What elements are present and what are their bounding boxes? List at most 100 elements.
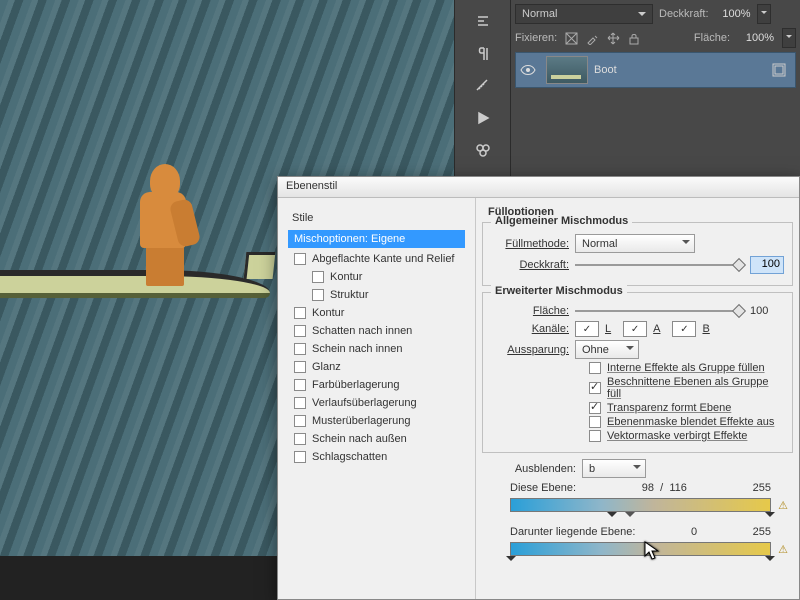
checkbox[interactable] xyxy=(589,430,601,442)
general-blend-title: Allgemeiner Mischmodus xyxy=(491,215,632,227)
checkbox[interactable] xyxy=(589,402,601,414)
under-black-stop[interactable] xyxy=(506,556,516,566)
layer-name[interactable]: Boot xyxy=(594,64,771,76)
fill-spinner[interactable] xyxy=(782,28,796,48)
channel-b-check[interactable] xyxy=(672,321,696,337)
checkbox[interactable] xyxy=(294,253,306,265)
under-layer-sfx: e: xyxy=(626,526,635,538)
channel-a-check[interactable] xyxy=(623,321,647,337)
opacity-value[interactable]: 100% xyxy=(715,8,751,20)
paragraph-icon[interactable] xyxy=(469,40,497,68)
this-white-stop[interactable] xyxy=(765,512,775,522)
checkbox[interactable] xyxy=(294,307,306,319)
sidebar-item-label: Glanz xyxy=(312,361,341,373)
sidebar-item[interactable]: Kontur xyxy=(288,304,465,322)
adv-option-label: Interne Effekte als Gruppe füllen xyxy=(607,362,765,374)
fisherman xyxy=(128,158,198,280)
fill-value[interactable]: 100% xyxy=(738,32,774,44)
measure-icon[interactable] xyxy=(469,72,497,100)
checkbox[interactable] xyxy=(294,451,306,463)
lock-transparency-icon[interactable] xyxy=(565,32,578,45)
adv-option-row[interactable]: Transparenz formt Ebene xyxy=(589,402,784,414)
layer-thumbnail[interactable] xyxy=(546,56,588,84)
sidebar-item-label: Schein nach außen xyxy=(312,433,407,445)
channels-label: Kanäle: xyxy=(491,323,569,335)
sidebar-item[interactable]: Kontur xyxy=(288,268,465,286)
adv-option-row[interactable]: Ebenenmaske blendet Effekte aus xyxy=(589,416,784,428)
checkbox[interactable] xyxy=(294,361,306,373)
layers-panel: Normal Deckkraft: 100% Fixieren: Fläche:… xyxy=(510,0,800,176)
sidebar-item-label: Schlagschatten xyxy=(312,451,387,463)
this-high-value: 255 xyxy=(753,482,771,494)
under-high-value: 255 xyxy=(753,526,771,538)
checkbox[interactable] xyxy=(589,362,601,374)
under-layer-label: Darunter liegende Eben xyxy=(510,526,626,538)
sidebar-item[interactable]: Verlaufsüberlagerung xyxy=(288,394,465,412)
layer-menu-icon[interactable] xyxy=(771,62,787,78)
sidebar-item[interactable]: Musterüberlagerung xyxy=(288,412,465,430)
checkbox[interactable] xyxy=(294,397,306,409)
sidebar-item[interactable]: Schatten nach innen xyxy=(288,322,465,340)
sidebar-item-label: Verlaufsüberlagerung xyxy=(312,397,417,409)
fill-method-value: Normal xyxy=(582,238,617,250)
blend-if-label: Ausblenden: xyxy=(488,463,576,475)
opacity-input[interactable]: 100 xyxy=(750,256,784,274)
this-layer-gradient[interactable]: ⚠ xyxy=(510,498,771,512)
fill-method-select[interactable]: Normal xyxy=(575,234,695,253)
type-align-icon[interactable] xyxy=(469,8,497,36)
channel-l-check[interactable] xyxy=(575,321,599,337)
checkbox[interactable] xyxy=(294,415,306,427)
sidebar-item[interactable]: Struktur xyxy=(288,286,465,304)
checkbox[interactable] xyxy=(589,416,601,428)
adv-option-row[interactable]: Beschnittene Ebenen als Gruppe füll xyxy=(589,376,784,400)
swatches-icon[interactable] xyxy=(469,136,497,164)
sidebar-item[interactable]: Glanz xyxy=(288,358,465,376)
sidebar-item[interactable]: Schein nach innen xyxy=(288,340,465,358)
advanced-blend-title: Erweiterter Mischmodus xyxy=(491,285,627,297)
play-icon[interactable] xyxy=(469,104,497,132)
checkbox[interactable] xyxy=(294,433,306,445)
lock-all-icon[interactable] xyxy=(628,32,640,45)
blend-mode-select[interactable]: Normal xyxy=(515,4,653,24)
adv-option-row[interactable]: Vektormaske verbirgt Effekte xyxy=(589,430,784,442)
blend-if-channel-select[interactable]: b xyxy=(582,459,646,478)
sidebar-item[interactable]: Schein nach außen xyxy=(288,430,465,448)
warn-icon: ⚠ xyxy=(778,499,788,512)
this-black-split-stop[interactable] xyxy=(625,512,635,522)
under-layer-gradient[interactable]: ⚠ xyxy=(510,542,771,556)
this-black-stop[interactable] xyxy=(607,512,617,522)
knockout-select[interactable]: Ohne xyxy=(575,340,639,359)
checkbox[interactable] xyxy=(312,289,324,301)
checkbox[interactable] xyxy=(312,271,324,283)
sidebar-header[interactable]: Stile xyxy=(288,208,465,230)
vertical-toolbar xyxy=(454,0,510,176)
sidebar-item-label: Farbüberlagerung xyxy=(312,379,399,391)
opacity-row-label: Deckkraft: xyxy=(491,259,569,271)
sidebar-item-blending-options[interactable]: Mischoptionen: Eigene xyxy=(288,230,465,248)
layer-row[interactable]: Boot xyxy=(515,52,796,88)
fill-label: Fläche: xyxy=(694,32,730,44)
lock-brush-icon[interactable] xyxy=(586,32,599,45)
adv-option-row[interactable]: Interne Effekte als Gruppe füllen xyxy=(589,362,784,374)
adv-fill-value[interactable]: 100 xyxy=(750,305,784,317)
dialog-title: Ebenenstil xyxy=(286,180,337,192)
checkbox[interactable] xyxy=(294,343,306,355)
checkbox[interactable] xyxy=(294,325,306,337)
adv-fill-slider[interactable] xyxy=(575,304,744,318)
visibility-icon[interactable] xyxy=(516,64,540,76)
checkbox[interactable] xyxy=(294,379,306,391)
styles-sidebar: Stile Mischoptionen: Eigene Abgeflachte … xyxy=(278,198,476,599)
dialog-titlebar[interactable]: Ebenenstil xyxy=(278,177,799,198)
sidebar-item[interactable]: Schlagschatten xyxy=(288,448,465,466)
opacity-slider[interactable] xyxy=(575,258,744,272)
opacity-spinner[interactable] xyxy=(757,4,771,24)
sidebar-item-label: Musterüberlagerung xyxy=(312,415,410,427)
fill-method-label: Füllmethode: xyxy=(491,238,569,250)
sidebar-item[interactable]: Farbüberlagerung xyxy=(288,376,465,394)
layer-style-dialog: Ebenenstil Stile Mischoptionen: Eigene A… xyxy=(277,176,800,600)
under-white-stop[interactable] xyxy=(765,556,775,566)
sidebar-item[interactable]: Abgeflachte Kante und Relief xyxy=(288,250,465,268)
checkbox[interactable] xyxy=(589,382,601,394)
sidebar-item-label: Schein nach innen xyxy=(312,343,403,355)
lock-move-icon[interactable] xyxy=(607,32,620,45)
